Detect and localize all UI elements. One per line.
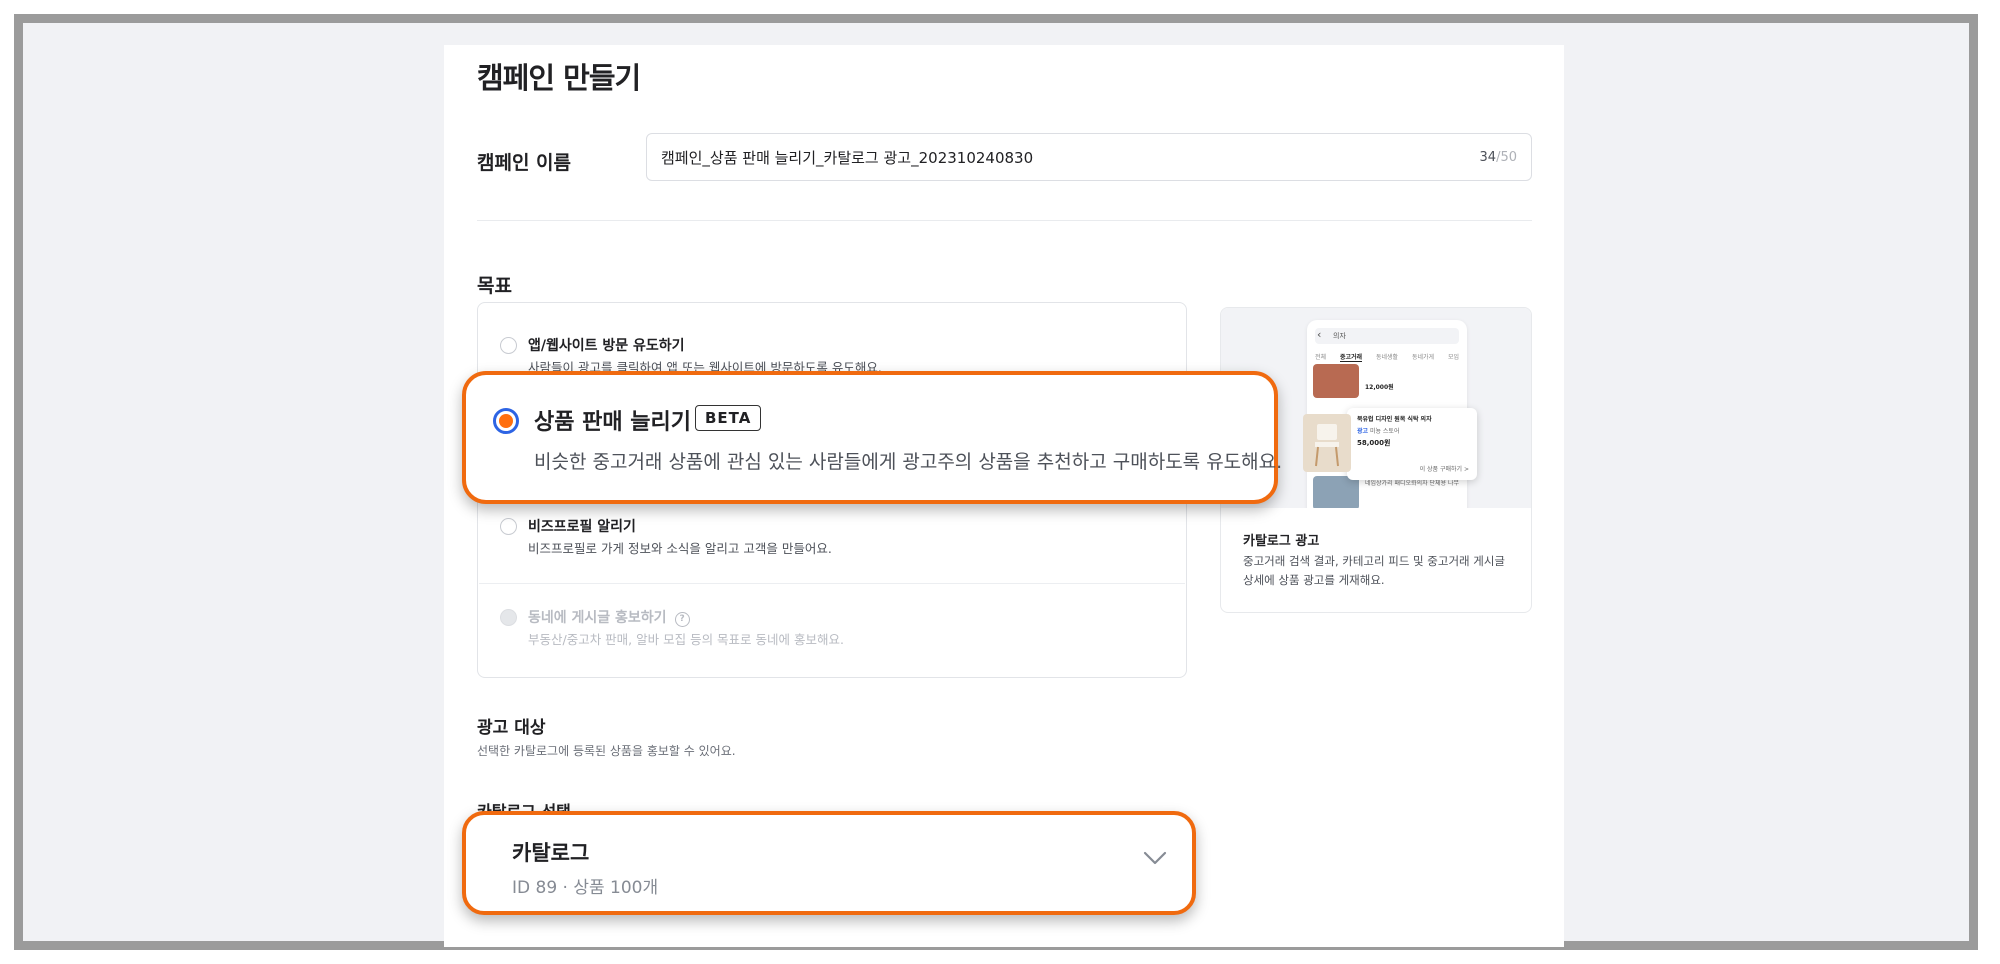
product-thumbnail (1313, 364, 1359, 398)
sponsored-product-card: 북유럽 디자인 원목 식탁 의자 광고 미뇽 스토어 58,000원 이 상품 … (1303, 408, 1477, 480)
character-count: 34 (1479, 149, 1497, 165)
preview-description: 중고거래 검색 결과, 카테고리 피드 및 중고거래 게시글 상세에 상품 광고… (1243, 554, 1506, 587)
radio-button-disabled (500, 609, 517, 626)
campaign-name-value: 캠페인_상품 판매 늘리기_카탈로그 광고_202310240830 (661, 148, 1034, 167)
goal-option-title: 동네에 게시글 홍보하기 (528, 610, 667, 626)
goal-option-desc: 비즈프로필로 가게 정보와 소식을 알리고 고객을 만들어요. (528, 541, 832, 556)
page-title: 캠페인 만들기 (477, 61, 641, 95)
phone-tab: 동네생활 (1375, 354, 1399, 361)
campaign-name-input[interactable]: 캠페인_상품 판매 늘리기_카탈로그 광고_202310240830 34/50 (646, 133, 1532, 181)
phone-tab: 중고거래 (1339, 354, 1363, 362)
target-section-desc: 선택한 카탈로그에 등록된 상품을 홍보할 수 있어요. (477, 744, 736, 758)
sponsored-item-price: 58,000원 (1357, 439, 1391, 447)
shop-name: 미뇽 스토어 (1369, 428, 1400, 435)
chevron-down-icon[interactable] (1140, 843, 1170, 873)
character-counter: 34/50 (1480, 150, 1517, 165)
option-divider (479, 583, 1185, 584)
catalog-meta: ID 89 · 상품 100개 (512, 878, 659, 898)
product-price: 12,000원 (1365, 384, 1394, 391)
radio-button[interactable] (500, 518, 517, 535)
ad-tag: 광고 (1357, 428, 1369, 435)
phone-tabs: 전체 중고거래 동네생활 동네가게 모임 (1315, 352, 1467, 362)
chair-icon (1315, 424, 1339, 467)
phone-tab: 전체 (1315, 354, 1327, 361)
phone-tab: 모임 (1448, 354, 1460, 361)
goal-option-title-wrap: 동네에 게시글 홍보하기? (528, 607, 690, 627)
catalog-name: 카탈로그 (512, 841, 590, 865)
target-section-label: 광고 대상 (477, 718, 546, 738)
product-thumbnail (1313, 476, 1359, 508)
preview-title: 카탈로그 광고 (1243, 534, 1320, 549)
goal-option-desc: 부동산/중고차 판매, 알바 모집 등의 목표로 동네에 홍보해요. (528, 632, 844, 647)
radio-button[interactable] (500, 337, 517, 354)
sponsored-item-title: 북유럽 디자인 원목 식탁 의자 (1357, 416, 1432, 423)
phone-tab: 동네가게 (1412, 354, 1435, 361)
goal-option-title: 비즈프로필 알리기 (528, 519, 636, 535)
buy-link: 이 상품 구매하기 > (1419, 466, 1469, 473)
campaign-name-label: 캠페인 이름 (477, 152, 572, 174)
phone-search-text: 의자 (1333, 332, 1346, 340)
goal-option-title: 상품 판매 늘리기 (534, 410, 691, 435)
chair-thumbnail (1303, 414, 1351, 472)
question-circle-icon[interactable]: ? (674, 612, 690, 627)
radio-button-selected[interactable] (493, 408, 519, 434)
goal-option-title: 앱/웹사이트 방문 유도하기 (528, 338, 685, 354)
catalog-dropdown[interactable]: 카탈로그 ID 89 · 상품 100개 (462, 811, 1196, 915)
character-max: /50 (1496, 149, 1517, 165)
phone-search-bar: ‹ 의자 (1315, 328, 1459, 344)
goal-option-desc: 비슷한 중고거래 상품에 관심 있는 사람들에게 광고주의 상품을 추천하고 구… (534, 451, 1283, 473)
back-arrow-icon: ‹ (1317, 328, 1322, 341)
section-divider (477, 220, 1532, 221)
beta-badge: BETA (695, 405, 762, 431)
sponsored-item-meta: 광고 미뇽 스토어 (1357, 426, 1399, 435)
goal-option-increase-sales[interactable]: 상품 판매 늘리기 BETA 비슷한 중고거래 상품에 관심 있는 사람들에게 … (462, 371, 1282, 504)
goal-section-label: 목표 (477, 275, 512, 297)
